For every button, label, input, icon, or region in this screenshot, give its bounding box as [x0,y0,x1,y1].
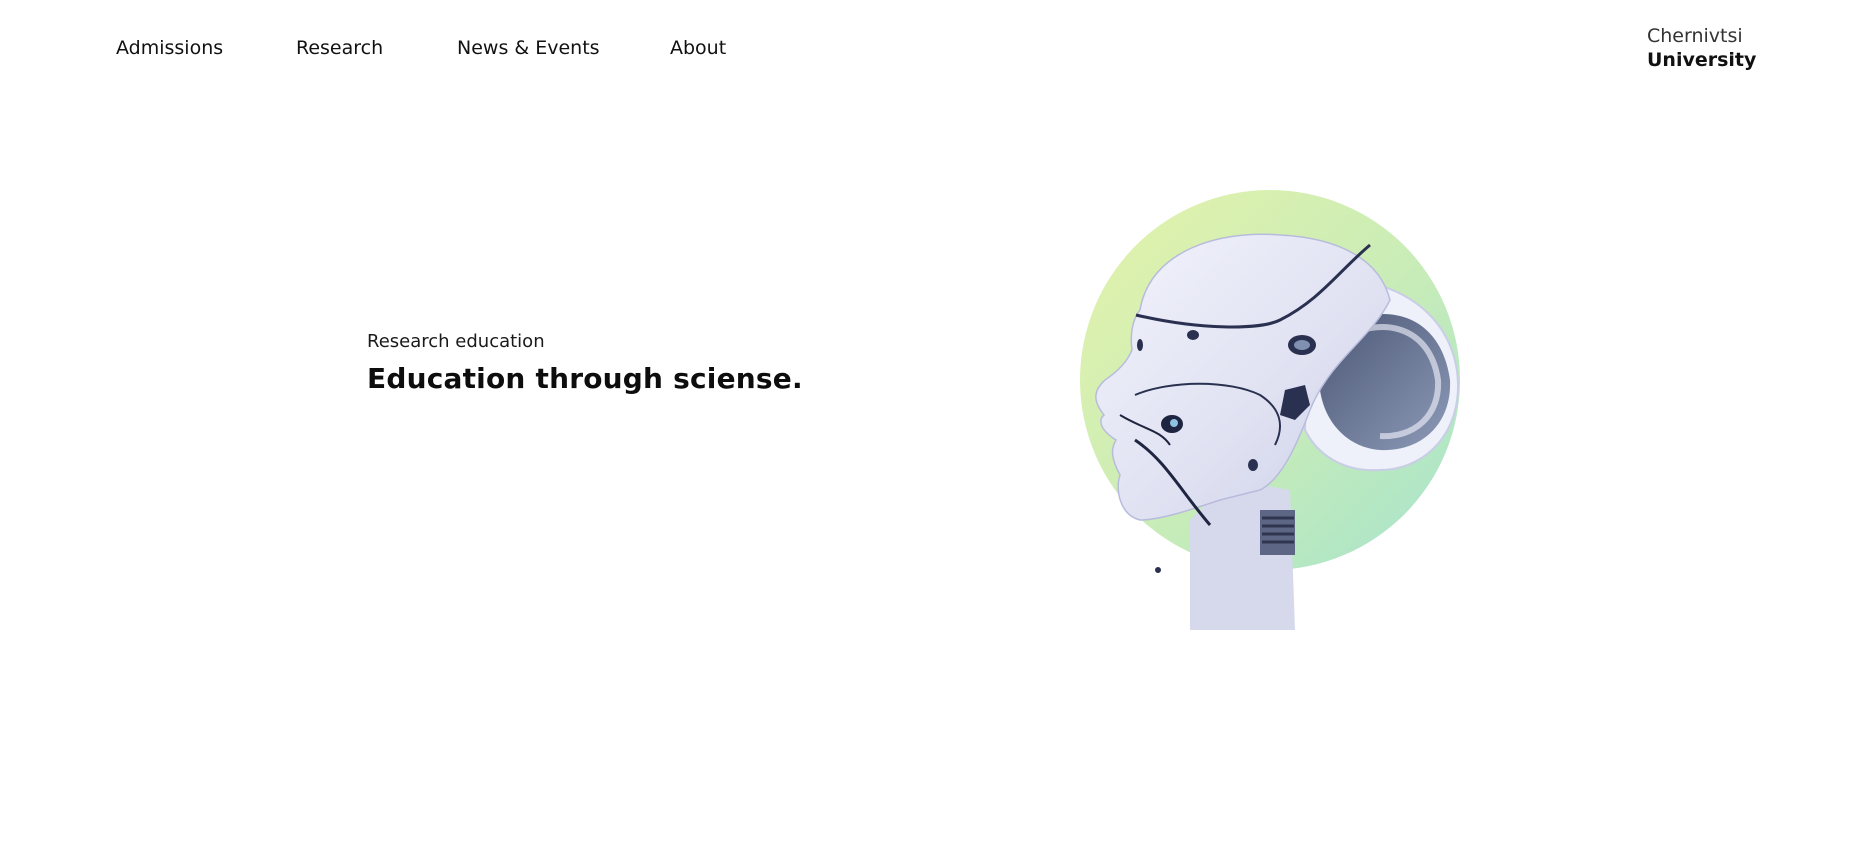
nav-item-about[interactable]: About [670,36,726,60]
brand-line-1: Chernivtsi [1647,25,1743,47]
main-nav: Admissions Research News & Events About [0,0,900,90]
robot-head-illustration [1080,190,1460,630]
hero-eyebrow: Research education [367,331,545,352]
page: Admissions Research News & Events About … [0,0,1856,855]
nav-item-admissions[interactable]: Admissions [116,36,223,60]
brand-logo[interactable]: Chernivtsi University [1647,24,1756,72]
hero-headline: Education through sciense. [367,362,803,395]
hero-text: Research education Education through sci… [367,330,803,396]
nav-item-research[interactable]: Research [296,36,383,60]
nav-item-news-events[interactable]: News & Events [457,36,600,60]
brand-line-2: University [1647,49,1757,71]
hero-image [1080,190,1470,630]
